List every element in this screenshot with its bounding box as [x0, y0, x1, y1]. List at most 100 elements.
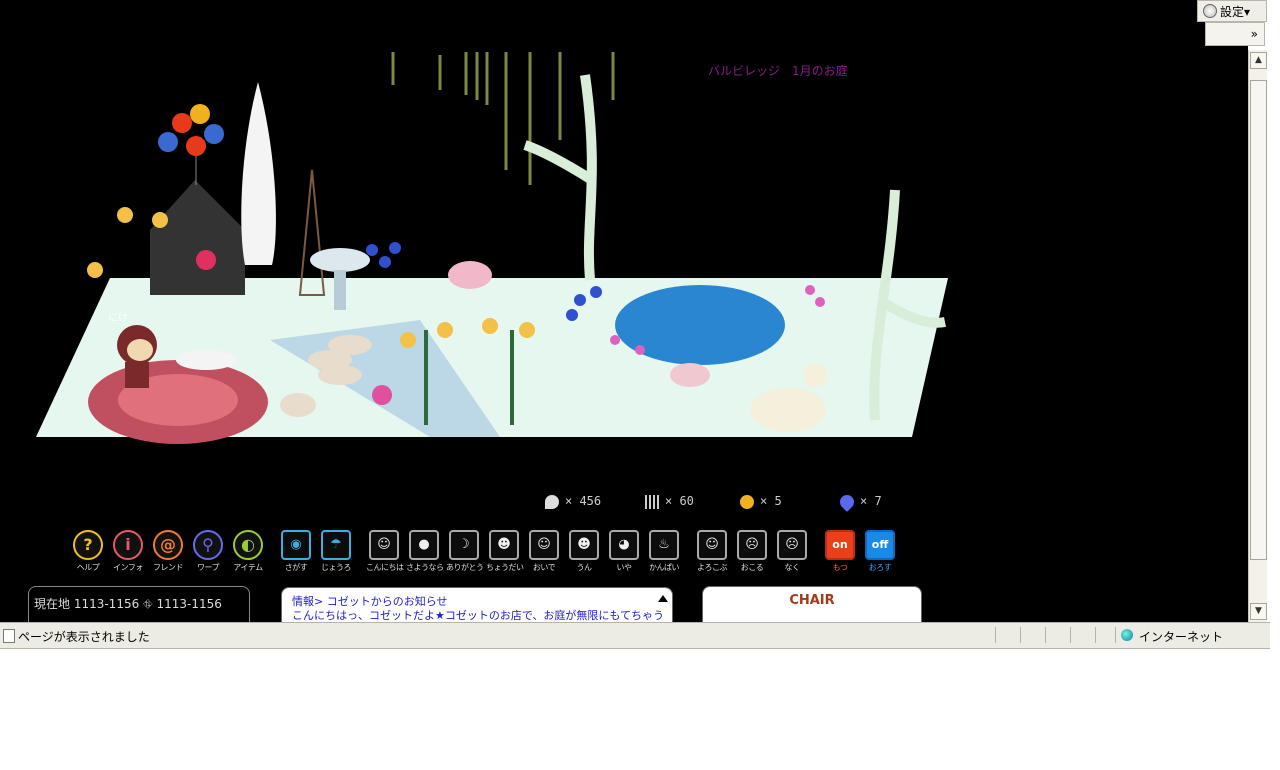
warp-button[interactable]: ⚲ ワープ: [190, 530, 226, 573]
info-button[interactable]: i インフォ: [110, 530, 146, 573]
settings-button[interactable]: 設定▾: [1197, 0, 1267, 22]
settings-label: 設定▾: [1220, 5, 1251, 19]
security-zone: インターネット: [1139, 630, 1224, 644]
status-divider: [1115, 627, 1116, 643]
expand-toolbar-button[interactable]: »: [1205, 22, 1265, 46]
status-divider: [1045, 627, 1046, 643]
page-icon: [3, 629, 15, 643]
selected-item-name: CHAIR: [789, 593, 835, 608]
status-divider: [995, 627, 996, 643]
seed-counter: × 456: [545, 494, 601, 509]
emote-thanks-button[interactable]: ☽ ありがとう: [446, 530, 484, 573]
hut: [150, 180, 245, 295]
emote-angry-button[interactable]: ☹ おこる: [734, 530, 770, 573]
info-icon: i: [113, 530, 143, 560]
info-line-2: こんにちはっ、コゼットだよ★コゼットのお店で、お庭が無限にもてちゃう: [292, 609, 664, 622]
coin-counter: × 5: [740, 494, 782, 509]
item-icon: ◐: [233, 530, 263, 560]
goodbye-icon: ●: [409, 530, 439, 560]
status-message: ページが表示されました: [18, 630, 150, 644]
leaf-icon: [645, 494, 659, 509]
game-viewport[interactable]: バルビレッジ 1月のお庭 にけ × 456 × 60 × 5 × 7 ? ヘルプ…: [0, 0, 1248, 622]
emote-cry-button[interactable]: ☹ なく: [774, 530, 810, 573]
status-divider: [1020, 627, 1021, 643]
emote-give-button[interactable]: ☻ ちょうだい: [486, 530, 524, 573]
emote-label: いや: [616, 563, 633, 572]
warp-label: ワープ: [196, 563, 220, 572]
expand-up-icon[interactable]: [658, 595, 668, 602]
character-name: にけ: [108, 313, 128, 324]
pickup-on-icon: on: [825, 530, 855, 560]
scroll-down-icon[interactable]: ▼: [1250, 603, 1267, 620]
emote-label: おいで: [532, 563, 556, 572]
watering-can-label: じょうろ: [321, 563, 352, 572]
friend-icon: @: [153, 530, 183, 560]
emote-happy-button[interactable]: ☺ よろこぶ: [694, 530, 730, 573]
hello-icon: ☺: [369, 530, 399, 560]
emote-come-button[interactable]: ☺ おいで: [526, 530, 562, 573]
tree-stump: [280, 393, 316, 417]
scroll-up-icon[interactable]: ▲: [1250, 52, 1267, 69]
selected-item-panel: CHAIR: [702, 586, 922, 622]
watering-can-button[interactable]: ☂ じょうろ: [318, 530, 354, 573]
pink-shell: [448, 261, 492, 289]
location-text: 現在地 1113-1156 ⛗ 1113-1156: [34, 597, 222, 611]
help-label: ヘルプ: [76, 563, 100, 572]
help-icon: ?: [73, 530, 103, 560]
scroll-thumb[interactable]: [1250, 80, 1267, 560]
bird-bath-stand: [334, 270, 346, 310]
pin-counter: × 7: [837, 491, 882, 512]
emote-goodbye-button[interactable]: ● さようなら: [406, 530, 444, 573]
leaf-counter: × 60: [645, 494, 694, 509]
pickup-button[interactable]: on もつ: [822, 530, 858, 573]
emote-hello-button[interactable]: ☺ こんにちは: [366, 530, 404, 573]
globe-icon: [1121, 629, 1133, 641]
seed-icon: [545, 494, 559, 509]
thanks-icon: ☽: [449, 530, 479, 560]
emote-yes-button[interactable]: ☻ うん: [566, 530, 602, 573]
radio-icon: [1203, 4, 1217, 18]
info-panel[interactable]: 情報> コゼットからのお知らせ こんにちはっ、コゼットだよ★コゼットのお店で、お…: [281, 587, 673, 622]
item-label: アイテム: [233, 563, 263, 572]
vertical-scrollbar[interactable]: ▲ ▼: [1248, 50, 1267, 622]
warp-icon: ⚲: [193, 530, 223, 560]
pink-pet: [372, 385, 392, 405]
putdown-off-icon: off: [865, 530, 895, 560]
search-label: さがす: [284, 563, 308, 572]
bird-bath: [310, 248, 370, 272]
angry-icon: ☹: [737, 530, 767, 560]
come-icon: ☺: [529, 530, 559, 560]
balloons: [158, 104, 224, 185]
search-button[interactable]: ◉ さがす: [278, 530, 314, 573]
lattice-tower: [298, 169, 326, 296]
coin-icon: [740, 494, 754, 509]
happy-icon: ☺: [697, 530, 727, 560]
emote-label: ありがとう: [446, 563, 484, 572]
help-button[interactable]: ? ヘルプ: [70, 530, 106, 573]
cheers-icon: ♨: [649, 530, 679, 560]
emote-label: ちょうだい: [486, 563, 524, 572]
status-divider: [1070, 627, 1071, 643]
skull-sign: [196, 250, 216, 270]
emote-label: うん: [576, 563, 593, 572]
bamboo-lights: [391, 52, 615, 185]
friend-button[interactable]: @ フレンド: [150, 530, 186, 573]
pink-shell-2: [670, 363, 710, 387]
item-button[interactable]: ◐ アイテム: [230, 530, 266, 573]
putdown-label: おろす: [868, 563, 892, 572]
emote-label: かんぱい: [649, 563, 680, 572]
emote-no-button[interactable]: ◕ いや: [606, 530, 642, 573]
garden-scene[interactable]: [0, 0, 1248, 622]
status-bar: ページが表示されました インターネット: [0, 622, 1270, 649]
location-panel: 現在地 1113-1156 ⛗ 1113-1156: [28, 586, 250, 622]
yes-icon: ☻: [569, 530, 599, 560]
putdown-button[interactable]: off おろす: [862, 530, 898, 573]
give-icon: ☻: [489, 530, 519, 560]
emote-label: こんにちは: [366, 563, 404, 572]
emote-cheers-button[interactable]: ♨ かんぱい: [646, 530, 682, 573]
snow-cypress: [241, 82, 276, 265]
emote-label: なく: [784, 563, 801, 572]
info-label: インフォ: [113, 563, 143, 572]
emote-label: さようなら: [406, 563, 444, 572]
status-divider: [1095, 627, 1096, 643]
